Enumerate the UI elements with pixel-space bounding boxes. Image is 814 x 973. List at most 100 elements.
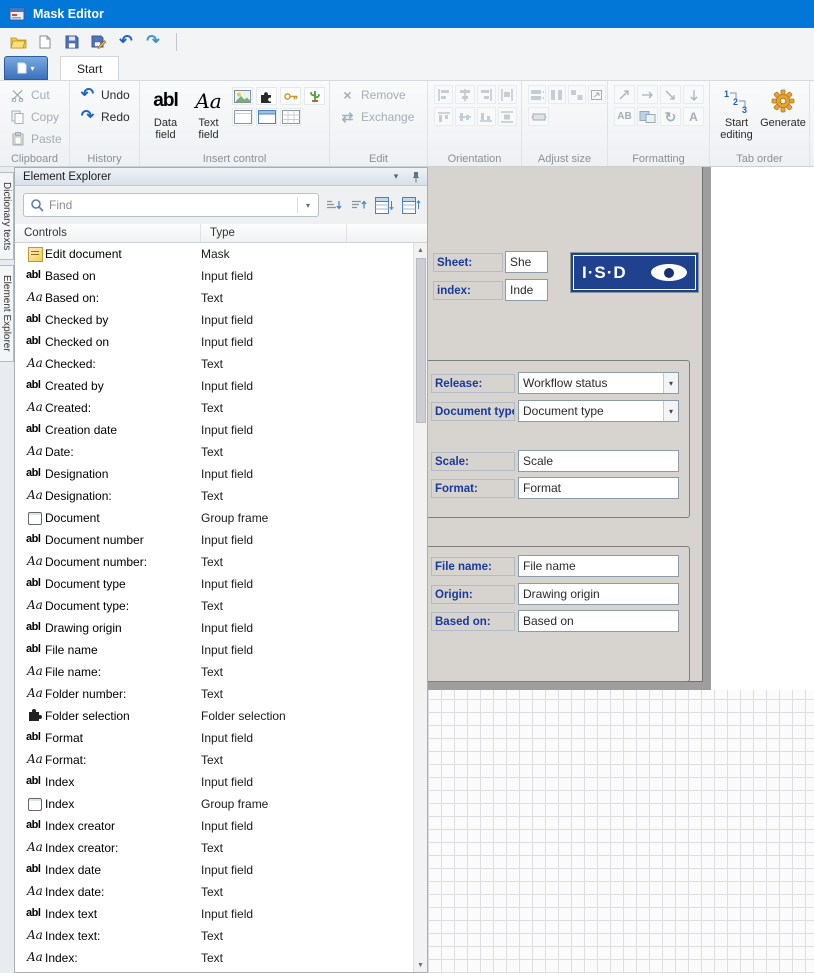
insert-plant-button[interactable] <box>304 87 325 105</box>
explorer-row[interactable]: Folder selection Folder selection <box>15 705 413 727</box>
remove-button[interactable]: × Remove <box>336 85 423 105</box>
align-left-button[interactable] <box>434 85 453 104</box>
explorer-row[interactable]: Designation Input field <box>15 463 413 485</box>
explorer-row[interactable]: Drawing origin Input field <box>15 617 413 639</box>
side-tab-dictionary-texts[interactable]: Dictionary texts <box>0 172 14 260</box>
rotate-up-right-button[interactable] <box>614 85 635 104</box>
explorer-row[interactable]: Document type: Text <box>15 595 413 617</box>
explorer-row[interactable]: Created: Text <box>15 397 413 419</box>
start-editing-button[interactable]: 123 Start editing <box>716 85 757 141</box>
explorer-row[interactable]: Document Group frame <box>15 507 413 529</box>
explorer-row[interactable]: Index date Input field <box>15 859 413 881</box>
explorer-row[interactable]: Checked on Input field <box>15 331 413 353</box>
explorer-row[interactable]: Folder number: Text <box>15 683 413 705</box>
field-label[interactable]: Document type: <box>431 402 515 421</box>
explorer-row[interactable]: Designation: Text <box>15 485 413 507</box>
field-control[interactable]: Format ▾ <box>518 477 679 499</box>
explorer-row[interactable]: Index Group frame <box>15 793 413 815</box>
rotate-horizontal-button[interactable] <box>637 85 658 104</box>
group-view-button[interactable] <box>373 194 396 216</box>
search-dropdown-icon[interactable]: ▾ <box>302 201 314 210</box>
tab-start[interactable]: Start <box>60 56 119 80</box>
field-control[interactable]: File name ▾ <box>518 555 679 577</box>
explorer-row[interactable]: Checked: Text <box>15 353 413 375</box>
undo-ribbon-button[interactable]: ↶ Undo <box>76 85 135 105</box>
align-top-button[interactable] <box>434 107 453 126</box>
search-input[interactable] <box>49 198 293 212</box>
field-label[interactable]: File name: <box>431 557 515 576</box>
explorer-row[interactable]: Document number Input field <box>15 529 413 551</box>
undo-button[interactable]: ↶ <box>116 32 136 52</box>
field-label[interactable]: index: <box>433 281 503 300</box>
explorer-row[interactable]: Document type Input field <box>15 573 413 595</box>
insert-image-button[interactable] <box>232 87 253 105</box>
explorer-row[interactable]: File name Input field <box>15 639 413 661</box>
open-folder-button[interactable] <box>8 32 28 52</box>
field-control[interactable]: Drawing origin ▾ <box>518 583 679 605</box>
align-middle-button[interactable] <box>455 107 474 126</box>
explorer-row[interactable]: Format: Text <box>15 749 413 771</box>
data-field-button[interactable]: abl Data field <box>146 85 185 141</box>
side-tab-element-explorer[interactable]: Element Explorer <box>0 265 14 362</box>
sort-descending-button[interactable] <box>348 194 369 216</box>
align-both-edges-button[interactable] <box>498 85 517 104</box>
fit-width-button[interactable] <box>528 107 549 126</box>
column-header-controls[interactable]: Controls <box>15 224 201 242</box>
new-document-button[interactable] <box>35 32 55 52</box>
field-control[interactable]: Scale ▾ <box>518 450 679 472</box>
font-style-button[interactable]: AB <box>614 107 635 126</box>
explorer-row[interactable]: Creation date Input field <box>15 419 413 441</box>
align-center-button[interactable] <box>455 85 474 104</box>
generate-button[interactable]: Generate <box>761 85 805 129</box>
chevron-down-icon[interactable]: ▾ <box>389 170 403 184</box>
field-control[interactable]: Document type ▾ <box>518 400 679 422</box>
explorer-row[interactable]: Format Input field <box>15 727 413 749</box>
align-bottom-button[interactable] <box>477 107 496 126</box>
same-width-button[interactable] <box>528 85 546 104</box>
explorer-row[interactable]: Index text Input field <box>15 903 413 925</box>
text-field-button[interactable]: Aa Text field <box>189 85 228 141</box>
distribute-button[interactable] <box>498 107 517 126</box>
mask-form[interactable]: Sheet: She ▾ index: Inde ▾ <box>428 167 703 682</box>
file-menu-button[interactable]: ▾ <box>4 56 48 80</box>
redo-button[interactable]: ↷ <box>143 32 163 52</box>
insert-grid-frame-button[interactable] <box>280 108 301 126</box>
list-view-button[interactable] <box>400 194 423 216</box>
insert-key-field-button[interactable] <box>280 87 301 105</box>
rotate-down-right-button[interactable] <box>660 85 681 104</box>
dropdown-arrow-icon[interactable]: ▾ <box>663 401 678 421</box>
paste-button[interactable]: Paste <box>6 129 65 149</box>
field-label[interactable]: Scale: <box>431 452 515 471</box>
scrollbar[interactable]: ▲ ▼ <box>413 243 427 972</box>
resize-button[interactable] <box>588 85 606 104</box>
explorer-row[interactable]: Based on Input field <box>15 265 413 287</box>
save-button[interactable] <box>62 32 82 52</box>
field-control[interactable]: She ▾ <box>505 251 548 273</box>
insert-frame-button[interactable] <box>232 108 253 126</box>
explorer-row[interactable]: Document number: Text <box>15 551 413 573</box>
copy-button[interactable]: Copy <box>6 107 65 127</box>
column-header-type[interactable]: Type <box>201 224 347 242</box>
field-label[interactable]: Format: <box>431 479 515 498</box>
insert-plugin-button[interactable] <box>256 87 277 105</box>
scroll-down-icon[interactable]: ▼ <box>417 958 424 972</box>
exchange-button[interactable]: ⇄ Exchange <box>336 107 423 127</box>
sort-ascending-button[interactable] <box>323 194 344 216</box>
rotate-vertical-button[interactable] <box>683 85 704 104</box>
field-label[interactable]: Release: <box>431 374 515 393</box>
explorer-row[interactable]: Index Input field <box>15 771 413 793</box>
dropdown-arrow-icon[interactable]: ▾ <box>663 373 678 393</box>
mask-canvas[interactable]: Sheet: She ▾ index: Inde ▾ <box>428 167 814 973</box>
redo-ribbon-button[interactable]: ↷ Redo <box>76 107 135 127</box>
explorer-row[interactable]: Checked by Input field <box>15 309 413 331</box>
explorer-row[interactable]: Index: Text <box>15 947 413 969</box>
font-size-button[interactable]: A <box>683 107 704 126</box>
explorer-row[interactable]: File name: Text <box>15 661 413 683</box>
explorer-row[interactable]: Based on: Text <box>15 287 413 309</box>
cut-button[interactable]: Cut <box>6 85 65 105</box>
explorer-row[interactable]: Index creator: Text <box>15 837 413 859</box>
scroll-up-icon[interactable]: ▲ <box>417 243 424 257</box>
explorer-row[interactable]: Date: Text <box>15 441 413 463</box>
explorer-row[interactable]: Created by Input field <box>15 375 413 397</box>
field-control[interactable]: Based on ▾ <box>518 610 679 632</box>
